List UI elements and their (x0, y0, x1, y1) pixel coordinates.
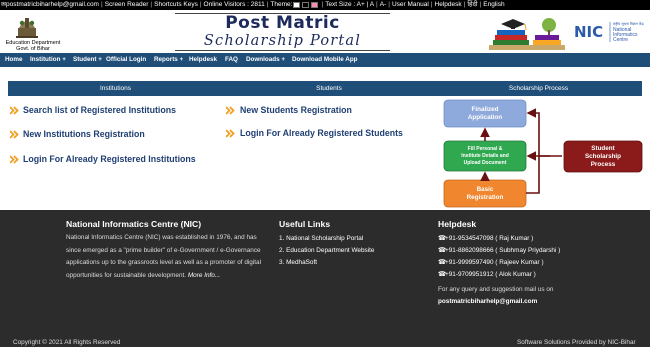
theme-white-swatch[interactable] (293, 2, 301, 8)
student-label-3: Process (591, 161, 616, 168)
helpdesk-contact[interactable]: +91-9534547098 ( Raj Kumar ) (445, 235, 533, 242)
student-label-1: Student (591, 145, 615, 152)
useful-link-medhasoft[interactable]: 3. MedhaSoft (279, 257, 317, 269)
software-solutions-credit: Software Solutions Provided by NIC-Bihar (517, 339, 636, 346)
screen-reader-link[interactable]: Screen Reader (105, 0, 149, 10)
site-header: Education Department Govt. of Bihar Post… (0, 10, 650, 53)
theme-label: Theme: (270, 1, 293, 8)
support-email[interactable]: postmatricbiharhelp@gmail.com (6, 0, 99, 10)
user-manual-link[interactable]: User Manual (392, 0, 429, 10)
double-chevron-icon (226, 129, 235, 138)
helpdesk-contact[interactable]: +91-9709951912 ( Alok Kumar ) (445, 271, 536, 278)
theme-black-swatch[interactable] (302, 2, 310, 8)
nic-description: National Informatics Centre (NIC) was es… (66, 232, 270, 282)
dropdown-plus-icon: + (281, 56, 286, 63)
helpdesk-contact-row: ☎+91-8862098666 ( Subhmay Priydarshi ) (438, 245, 560, 257)
portal-title-sub: Scholarship Portal (203, 33, 362, 49)
nav-helpdesk[interactable]: Helpdesk (189, 53, 217, 67)
double-chevron-icon (226, 106, 235, 115)
nav-reports[interactable]: Reports + (154, 53, 183, 67)
copyright-text: Copyright © 2021 All Rights Reserved (13, 339, 121, 346)
scholarship-process-heading: Scholarship Process (435, 81, 642, 96)
student-login-link[interactable]: Login For Already Registered Students (240, 128, 403, 139)
nic-hindi-name: राष्ट्रीय सूचना विज्ञान केंद्र (613, 21, 644, 26)
hindi-language-link[interactable]: हिंदी (467, 0, 477, 10)
more-info-link[interactable]: More Info... (188, 272, 220, 279)
helpdesk-contact-row: ☎+91-9709951912 ( Alok Kumar ) (438, 269, 536, 281)
institution-login-link[interactable]: Login For Already Registered Institution… (23, 154, 196, 165)
basic-label-2: Registration (467, 194, 504, 201)
students-heading: Students (223, 81, 435, 96)
fill-label-1: Fill Personal & (468, 146, 503, 152)
helpdesk-heading: Helpdesk (438, 219, 477, 229)
shortcut-keys-link[interactable]: Shortcuts Keys (154, 0, 198, 10)
department-name: Education Department Govt. of Bihar (4, 40, 62, 52)
new-student-registration-link[interactable]: New Students Registration (240, 105, 352, 116)
nav-institution[interactable]: Institution + (30, 53, 66, 67)
nav-institution-label: Institution (30, 56, 61, 63)
nav-download-mobile-app[interactable]: Download Mobile App (292, 53, 358, 67)
phone-icon: ☎ (438, 259, 446, 266)
nav-home[interactable]: Home (5, 53, 23, 67)
dropdown-plus-icon: + (62, 56, 66, 63)
nav-downloads[interactable]: Downloads + (246, 53, 285, 67)
online-visitors: Online Visitors : 2811 (203, 1, 265, 8)
basic-label-1: Basic (477, 186, 494, 193)
scholarship-process-diagram: Finalized Application Fill Personal & In… (443, 99, 643, 208)
nic-abbreviation: NIC (574, 23, 603, 41)
helpdesk-contact-row: ☎+91-9534547098 ( Raj Kumar ) (438, 233, 533, 245)
graduation-books-icon (489, 18, 565, 50)
phone-icon: ☎ (438, 235, 446, 242)
nic-description-text: National Informatics Centre (NIC) was es… (66, 234, 262, 279)
finalized-label-1: Finalized (472, 106, 499, 113)
double-chevron-icon (10, 130, 19, 139)
nav-official-login[interactable]: Official Login (106, 53, 146, 67)
useful-link-nsp[interactable]: 1. National Scholarship Portal (279, 233, 363, 245)
theme-pink-swatch[interactable] (311, 2, 319, 8)
double-chevron-icon (10, 155, 19, 164)
nic-name-line3: Centre (613, 37, 628, 43)
portal-title: Post Matric Scholarship Portal (175, 13, 390, 51)
helpdesk-contact[interactable]: +91-9999597490 ( Rajeev Kumar ) (445, 259, 544, 266)
finalized-label-2: Application (468, 114, 502, 121)
helpdesk-contact-row: ☎+91-9999597490 ( Rajeev Kumar ) (438, 257, 544, 269)
phone-icon: ☎ (438, 271, 446, 278)
useful-link-education-dept[interactable]: 2. Education Department Website (279, 245, 374, 257)
nav-reports-label: Reports (154, 56, 178, 63)
dropdown-plus-icon: + (98, 56, 102, 63)
nav-faq[interactable]: FAQ (225, 53, 238, 67)
nic-footer-heading: National Informatics Centre (NIC) (66, 219, 202, 229)
utility-bar: ✉postmatricbiharhelp@gmail.com | Screen Re… (0, 0, 650, 10)
fill-label-3: Upload Document (464, 160, 507, 166)
phone-icon: ☎ (438, 247, 446, 254)
arrow-loop-right (526, 108, 540, 194)
fill-label-2: Institute Details and (461, 153, 509, 159)
helpdesk-contact[interactable]: +91-8862098666 ( Subhmay Priydarshi ) (445, 247, 560, 254)
student-label-2: Scholarship (585, 153, 621, 160)
dropdown-plus-icon: + (179, 56, 184, 63)
bihar-emblem-icon (16, 18, 38, 38)
nic-logo-mark: NIC राष्ट्रीय सूचना विज्ञान केंद्र Natio… (574, 21, 644, 43)
query-email-link[interactable]: postmatricbiharhelp@gmail.com (438, 296, 537, 308)
government-line: Govt. of Bihar (16, 46, 50, 52)
site-footer: National Informatics Centre (NIC) Nation… (0, 210, 650, 347)
main-navigation: Home Institution + Student + Official Lo… (0, 53, 650, 67)
english-language-link[interactable]: English (483, 0, 504, 10)
portal-title-main: Post Matric (225, 13, 340, 33)
query-text: For any query and suggestion mail us on (438, 286, 554, 293)
nic-logo: NIC राष्ट्रीय सूचना विज्ञान केंद्र Natio… (572, 20, 646, 44)
nav-student-label: Student (73, 56, 97, 63)
useful-links-heading: Useful Links (279, 219, 331, 229)
helpdesk-top-link[interactable]: Helpdesk (435, 0, 462, 10)
institutions-heading: Institutions (8, 81, 223, 96)
new-institution-registration-link[interactable]: New Institutions Registration (23, 129, 145, 140)
nav-student[interactable]: Student + (73, 53, 102, 67)
double-chevron-icon (10, 106, 19, 115)
nav-downloads-label: Downloads (246, 56, 280, 63)
text-size-control[interactable]: Text Size : A+ | A (325, 0, 374, 10)
search-registered-institutions-link[interactable]: Search list of Registered Institutions (23, 105, 176, 116)
